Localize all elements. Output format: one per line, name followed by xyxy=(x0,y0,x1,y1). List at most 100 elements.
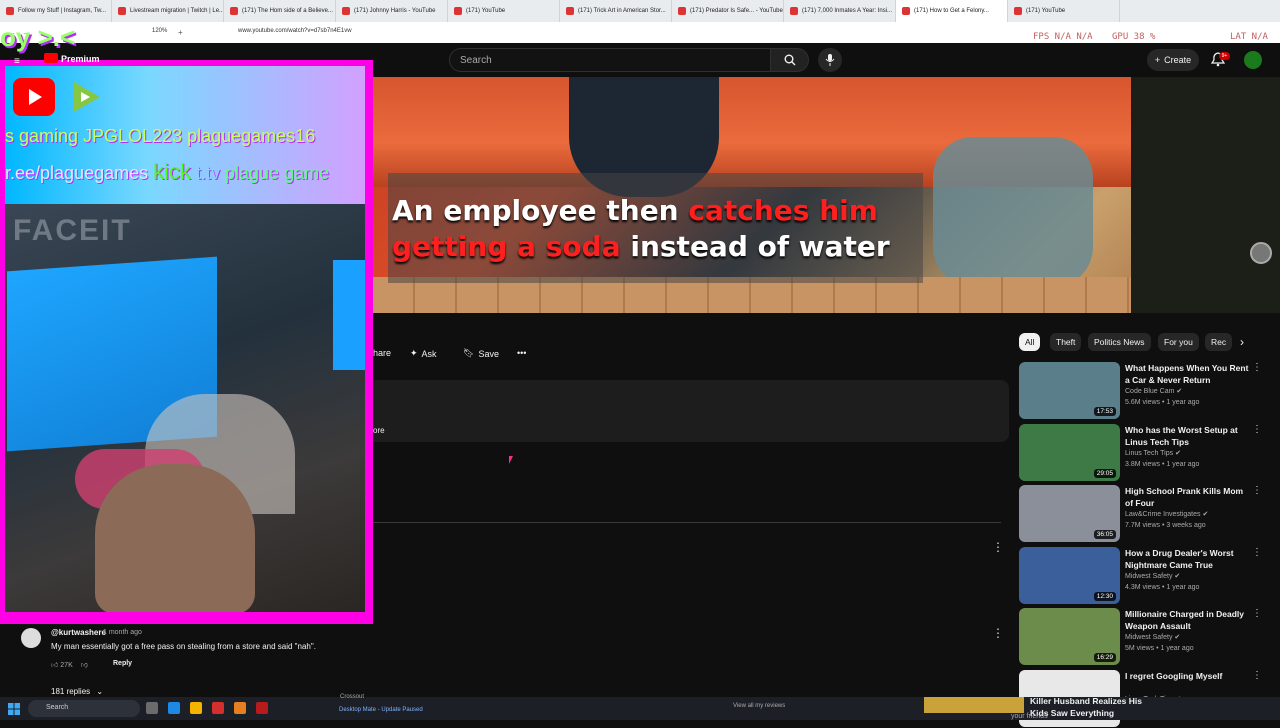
video-title[interactable]: Millionaire Charged in Deadly Weapon Ass… xyxy=(1125,609,1251,632)
channel-name[interactable]: Linus Tech Tips ✔︎ xyxy=(1125,449,1181,457)
faceit-banner: FACEIT xyxy=(13,214,132,247)
tab-title: (171) YouTube xyxy=(466,8,506,14)
browser-tab[interactable]: Livestream migration | Twitch | Le... xyxy=(112,0,224,22)
task-view-icon[interactable] xyxy=(146,702,158,714)
chevron-down-icon: ⌄ xyxy=(96,687,104,696)
video-age: 1 year ago xyxy=(1166,584,1200,591)
recommended-video[interactable]: 12:30 How a Drug Dealer's Worst Nightmare… xyxy=(1019,547,1279,605)
verified-icon: ✔︎ xyxy=(1175,450,1181,457)
kebab-menu-icon[interactable]: ⋮ xyxy=(992,540,1004,554)
share-button[interactable]: hare xyxy=(373,348,391,358)
comment-reply-button[interactable]: Reply xyxy=(113,660,132,667)
kebab-menu-icon[interactable]: ⋮ xyxy=(1252,608,1262,619)
windows-start-icon[interactable] xyxy=(8,702,20,715)
account-avatar[interactable] xyxy=(1244,51,1262,69)
recommended-video[interactable]: 36:05 High School Prank Kills Mom of Four… xyxy=(1019,485,1279,543)
save-button[interactable]: 🔖︎ Save xyxy=(463,348,499,359)
video-duration: 29:05 xyxy=(1093,469,1116,478)
video-thumbnail[interactable]: 12:30 xyxy=(1019,547,1120,604)
channel-watermark-icon[interactable] xyxy=(1250,242,1272,264)
browser-tab[interactable]: Follow my Stuff | Instagram, Tw... xyxy=(0,0,112,22)
description-box[interactable] xyxy=(373,380,1009,442)
browser-tab[interactable]: (171) Johnny Harris - YouTube xyxy=(336,0,448,22)
browser-tab[interactable]: (171) The Hom side of a Believe... xyxy=(224,0,336,22)
chip-all[interactable]: All xyxy=(1019,333,1041,351)
thumbs-up-icon[interactable]: 👍︎ xyxy=(51,662,58,669)
video-meta: 3.8M views • 1 year ago xyxy=(1125,461,1200,468)
video-thumbnail[interactable]: 36:05 xyxy=(1019,485,1120,542)
app-icon[interactable] xyxy=(234,702,246,714)
search-button[interactable] xyxy=(771,48,809,72)
kebab-menu-icon[interactable]: ⋮ xyxy=(1252,547,1262,558)
recommended-video[interactable]: 16:29 Millionaire Charged in Deadly Weapo… xyxy=(1019,608,1279,666)
channel-name[interactable]: Code Blue Cam ✔︎ xyxy=(1125,387,1182,395)
taskbar-item-desktop-mate[interactable]: Desktop Mate - Update Paused xyxy=(339,707,423,713)
taskbar-search[interactable]: Search xyxy=(28,700,140,717)
browser-tab[interactable]: (171) Predator Is Safe... - YouTube xyxy=(672,0,784,22)
ask-button[interactable]: ✦ Ask xyxy=(410,348,437,359)
chip-theft[interactable]: Theft xyxy=(1050,333,1082,351)
video-title[interactable]: What Happens When You Rent a Car & Never… xyxy=(1125,363,1251,386)
taskbar-item-crossout[interactable]: Crossout xyxy=(340,694,364,700)
kebab-menu-icon[interactable]: ⋮ xyxy=(992,626,1004,640)
create-button[interactable]: + Create xyxy=(1147,49,1199,71)
video-player[interactable]: An employee then catches him getting a s… xyxy=(373,77,1131,313)
chip-for-you[interactable]: For you xyxy=(1158,333,1199,351)
zoom-level[interactable]: 120% xyxy=(152,28,167,34)
comment-replies-toggle[interactable]: 181 replies ⌄ xyxy=(51,687,103,696)
thumbs-down-icon[interactable]: 👎︎ xyxy=(81,662,88,669)
tab-favicon-icon xyxy=(6,7,14,15)
kebab-menu-icon[interactable]: ⋮ xyxy=(1252,485,1262,496)
youtube-premium-label: Premium xyxy=(61,54,100,64)
tab-title: (171) How to Get a Felony... xyxy=(914,8,989,14)
edge-icon[interactable] xyxy=(168,702,180,714)
menu-icon[interactable]: ≡ xyxy=(14,56,20,67)
channel-name[interactable]: Law&Crime Investigates ✔︎ xyxy=(1125,510,1208,518)
taskbar-item-reviews[interactable]: View all my reviews xyxy=(733,703,785,709)
view-count: 3.8M views xyxy=(1125,461,1161,468)
video-thumbnail[interactable]: 29:05 xyxy=(1019,424,1120,481)
chevron-right-icon[interactable]: › xyxy=(1240,335,1244,349)
app-icon[interactable] xyxy=(256,702,268,714)
video-title[interactable]: Who has the Worst Setup at Linus Tech Ti… xyxy=(1125,425,1251,448)
more-actions-button[interactable]: ••• xyxy=(517,348,526,358)
video-title[interactable]: How a Drug Dealer's Worst Nightmare Came… xyxy=(1125,548,1251,571)
video-meta: 5M views • 1 year ago xyxy=(1125,645,1194,652)
recommended-video[interactable]: 17:53 What Happens When You Rent a Car & … xyxy=(1019,362,1279,420)
video-thumbnail[interactable]: 17:53 xyxy=(1019,362,1120,419)
create-label: Create xyxy=(1164,55,1192,65)
app-icon[interactable] xyxy=(212,702,224,714)
chip-rec[interactable]: Rec xyxy=(1205,333,1233,351)
browser-tab[interactable]: (171) 7,000 Inmates A Year: Insi... xyxy=(784,0,896,22)
channel-name[interactable]: Midwest Safety ✔︎ xyxy=(1125,633,1180,641)
search-input[interactable]: Search xyxy=(449,48,771,72)
browser-tab[interactable]: (171) How to Get a Felony... xyxy=(896,0,1008,22)
browser-tab[interactable]: (171) Trick Art in American Stor... xyxy=(560,0,672,22)
webcam-feed: FACEIT xyxy=(5,204,365,612)
tab-favicon-icon xyxy=(342,7,350,15)
kebab-menu-icon[interactable]: ⋮ xyxy=(1252,424,1262,435)
tab-title: (171) YouTube xyxy=(1026,8,1066,14)
chip-politics-news[interactable]: Politics News xyxy=(1088,333,1151,351)
browser-tab[interactable]: (171) YouTube xyxy=(1008,0,1120,22)
file-explorer-icon[interactable] xyxy=(190,702,202,714)
description-more-link[interactable]: ore xyxy=(373,426,385,435)
video-title[interactable]: High School Prank Kills Mom of Four xyxy=(1125,486,1251,509)
comment-username[interactable]: @kurtwashere xyxy=(51,628,106,637)
webcam-person xyxy=(95,464,255,612)
commenter-avatar[interactable] xyxy=(21,628,41,648)
address-bar[interactable]: www.youtube.com/watch?v=d7sb7n4E1vw xyxy=(238,28,352,34)
replies-count: 181 replies xyxy=(51,687,91,696)
channel-name[interactable]: Midwest Safety ✔︎ xyxy=(1125,572,1180,580)
kebab-menu-icon[interactable]: ⋮ xyxy=(1252,362,1262,373)
video-thumbnail[interactable]: 16:29 xyxy=(1019,608,1120,665)
browser-tab[interactable]: (171) YouTube xyxy=(448,0,560,22)
news-widget-title1[interactable]: Killer Husband Realizes His xyxy=(1030,696,1142,706)
recommended-video[interactable]: 29:05 Who has the Worst Setup at Linus Te… xyxy=(1019,424,1279,482)
zoom-in-icon[interactable]: + xyxy=(178,28,183,37)
comment-like-area: 👍︎ 27K 👎︎ xyxy=(51,660,88,669)
kebab-menu-icon[interactable]: ⋮ xyxy=(1252,670,1262,681)
view-count: 5.6M views xyxy=(1125,399,1161,406)
voice-search-button[interactable] xyxy=(818,48,842,72)
video-title[interactable]: I regret Googling Myself xyxy=(1125,671,1251,683)
